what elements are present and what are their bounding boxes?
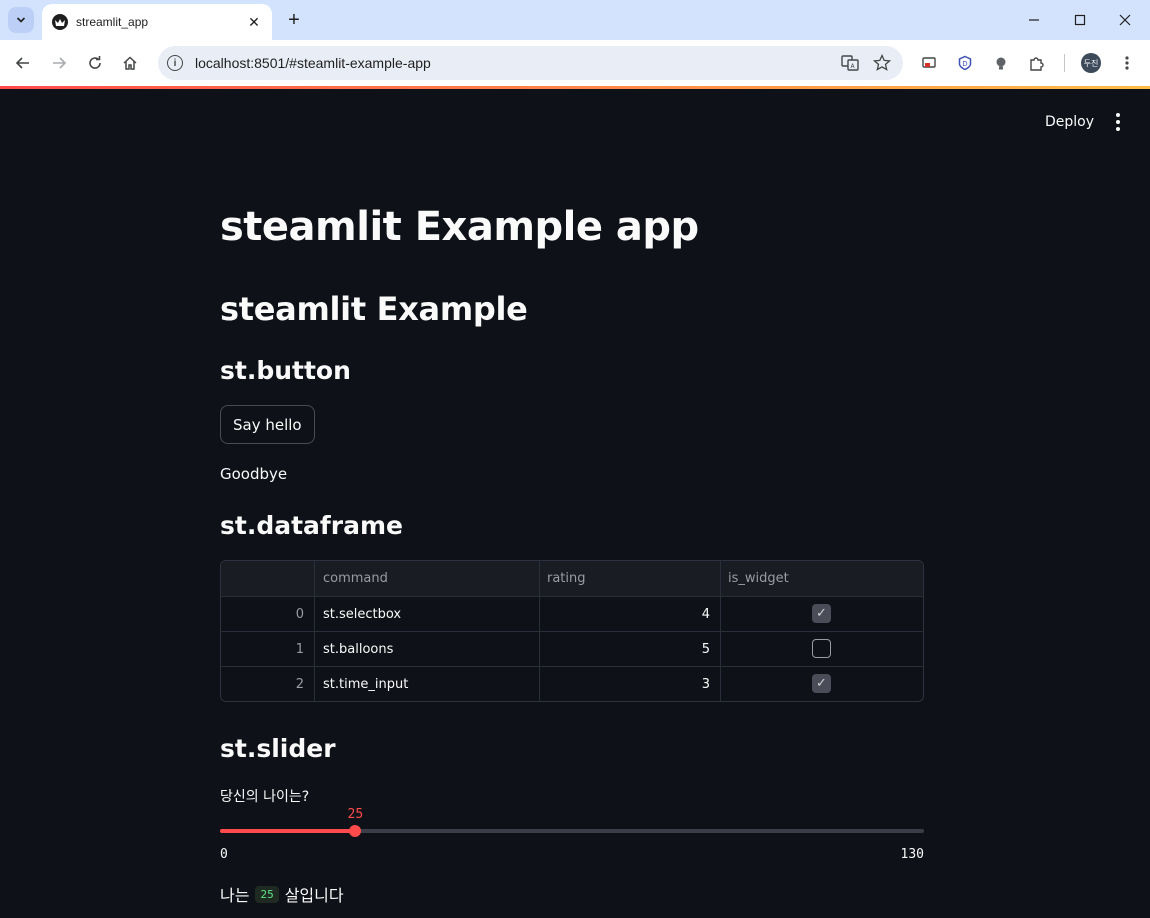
slider-label: 당신의 나이는? xyxy=(220,789,310,805)
app-header: Deploy xyxy=(1045,113,1122,131)
slider-min-label: 0 xyxy=(220,847,228,862)
rating-cell[interactable]: 3 xyxy=(540,667,721,701)
row-index: 1 xyxy=(221,632,315,667)
result-prefix: 나는 xyxy=(220,886,250,905)
column-header-is-widget[interactable]: is_widget xyxy=(721,561,923,596)
reload-icon[interactable] xyxy=(83,51,107,75)
browser-toolbar: i localhost:8501/#steamlit-example-app A… xyxy=(0,40,1150,86)
age-slider-track[interactable] xyxy=(220,829,924,833)
row-index: 0 xyxy=(221,597,315,632)
table-row[interactable]: 1 st.balloons 5 xyxy=(221,631,923,667)
rating-cell[interactable]: 5 xyxy=(540,632,721,667)
url-text[interactable]: localhost:8501/#steamlit-example-app xyxy=(195,55,839,71)
home-icon[interactable] xyxy=(118,51,142,75)
bookmark-star-icon[interactable] xyxy=(871,52,893,74)
button-output-text: Goodbye xyxy=(220,465,288,483)
maximize-icon[interactable] xyxy=(1068,8,1092,32)
streamlit-favicon-icon xyxy=(52,14,68,30)
slider-current-value: 25 xyxy=(347,807,364,822)
extensions-puzzle-icon[interactable] xyxy=(1025,51,1049,75)
tab-search-button[interactable] xyxy=(8,7,34,33)
command-cell[interactable]: st.time_input xyxy=(315,667,540,701)
command-cell[interactable]: st.selectbox xyxy=(315,597,540,632)
minimize-icon[interactable] xyxy=(1022,8,1046,32)
browser-menu-icon[interactable] xyxy=(1115,51,1139,75)
column-header-index[interactable] xyxy=(221,561,315,596)
checkbox-unchecked-icon[interactable] xyxy=(812,639,831,658)
section-heading-slider: st.slider xyxy=(220,734,336,763)
section-heading-dataframe: st.dataframe xyxy=(220,511,403,540)
svg-text:D: D xyxy=(962,60,967,68)
table-row[interactable]: 2 st.time_input 3 ✓ xyxy=(221,666,923,701)
deploy-button[interactable]: Deploy xyxy=(1045,114,1094,130)
rating-cell[interactable]: 4 xyxy=(540,597,721,632)
tab-close-icon[interactable]: ✕ xyxy=(246,14,262,31)
browser-tab[interactable]: streamlit_app ✕ xyxy=(42,4,272,40)
address-bar[interactable]: i localhost:8501/#steamlit-example-app A xyxy=(158,46,903,80)
streamlit-app: Deploy steamlit Example app steamlit Exa… xyxy=(0,89,1150,918)
extension-shield-icon[interactable]: D xyxy=(953,51,977,75)
close-window-icon[interactable] xyxy=(1113,8,1137,32)
extension-bulb-icon[interactable] xyxy=(989,51,1013,75)
row-index: 2 xyxy=(221,667,315,701)
table-header-row: command rating is_widget xyxy=(221,561,923,596)
slider-max-label: 130 xyxy=(900,847,924,862)
command-cell[interactable]: st.balloons xyxy=(315,632,540,667)
result-value-code: 25 xyxy=(255,885,279,903)
checkbox-checked-icon[interactable]: ✓ xyxy=(812,674,831,693)
cast-icon[interactable] xyxy=(917,51,941,75)
forward-icon[interactable] xyxy=(47,51,71,75)
slider-result-text: 나는 25 살입니다 xyxy=(220,882,344,906)
column-header-command[interactable]: command xyxy=(315,561,540,596)
checkbox-checked-icon[interactable]: ✓ xyxy=(812,604,831,623)
site-info-icon[interactable]: i xyxy=(167,55,183,71)
main-menu-icon[interactable] xyxy=(1114,113,1122,131)
page-title: steamlit Example app xyxy=(220,204,699,250)
translate-icon[interactable]: A xyxy=(839,52,861,74)
age-slider-thumb[interactable] xyxy=(349,825,362,837)
tab-title: streamlit_app xyxy=(76,15,149,29)
back-icon[interactable] xyxy=(11,51,35,75)
age-slider-fill xyxy=(220,829,356,833)
toolbar-separator xyxy=(1064,54,1065,72)
result-suffix: 살입니다 xyxy=(284,886,344,905)
column-header-rating[interactable]: rating xyxy=(540,561,721,596)
browser-tabstrip: streamlit_app ✕ + xyxy=(0,0,1150,40)
say-hello-button[interactable]: Say hello xyxy=(220,405,315,444)
section-heading-button: st.button xyxy=(220,356,351,385)
table-row[interactable]: 0 st.selectbox 4 ✓ xyxy=(221,596,923,632)
new-tab-button[interactable]: + xyxy=(282,8,306,32)
profile-avatar[interactable]: 두진 xyxy=(1081,53,1101,73)
page-header: steamlit Example xyxy=(220,290,528,328)
chevron-down-icon xyxy=(16,17,26,23)
dataframe-table[interactable]: command rating is_widget 0 st.selectbox … xyxy=(220,560,924,702)
